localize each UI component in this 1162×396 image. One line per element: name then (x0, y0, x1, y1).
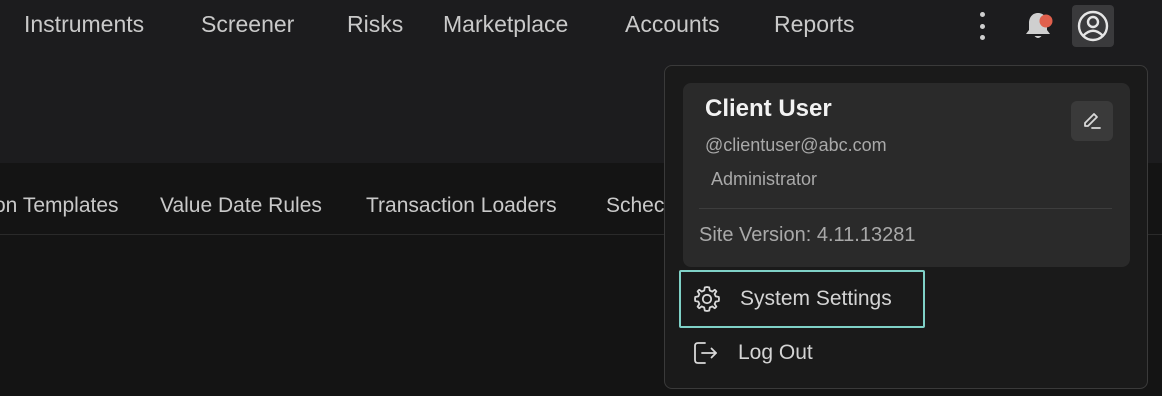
nav-item-accounts[interactable]: Accounts (625, 11, 720, 38)
tab-value-date-rules[interactable]: Value Date Rules (160, 194, 322, 218)
notifications-bell-icon[interactable] (1020, 8, 1056, 44)
app-root: Instruments Screener Risks Marketplace A… (0, 0, 1162, 396)
pencil-icon (1084, 113, 1101, 129)
nav-item-marketplace[interactable]: Marketplace (443, 11, 568, 38)
tab-transaction-loaders[interactable]: Transaction Loaders (366, 194, 557, 218)
more-options-icon[interactable] (972, 10, 992, 42)
user-circle-icon (1077, 10, 1109, 42)
profile-card: Client User @clientuser@abc.com Administ… (683, 83, 1130, 267)
user-role: Administrator (711, 169, 818, 189)
edit-profile-button[interactable] (1071, 101, 1113, 141)
notification-badge (1039, 14, 1053, 28)
tab-transaction-templates[interactable]: on Templates (0, 194, 119, 218)
nav-item-reports[interactable]: Reports (774, 11, 855, 38)
tab-schedules[interactable]: Schec (606, 194, 664, 218)
gear-icon (691, 283, 723, 315)
menu-item-label: Log Out (738, 341, 813, 364)
profile-divider (699, 208, 1112, 209)
top-navigation: Instruments Screener Risks Marketplace A… (0, 0, 1162, 50)
user-menu-dropdown: Client User @clientuser@abc.com Administ… (664, 65, 1148, 389)
logout-icon (689, 337, 721, 369)
user-name: Client User (705, 95, 832, 122)
site-version: Site Version: 4.11.13281 (699, 224, 916, 246)
user-avatar-button[interactable] (1072, 5, 1114, 47)
nav-item-screener[interactable]: Screener (201, 11, 294, 38)
nav-item-instruments[interactable]: Instruments (24, 11, 144, 38)
menu-item-log-out[interactable]: Log Out (679, 324, 925, 382)
user-email: @clientuser@abc.com (705, 135, 887, 155)
menu-item-system-settings[interactable]: System Settings (679, 270, 925, 328)
menu-item-label: System Settings (740, 287, 892, 310)
nav-item-risks[interactable]: Risks (347, 11, 403, 38)
